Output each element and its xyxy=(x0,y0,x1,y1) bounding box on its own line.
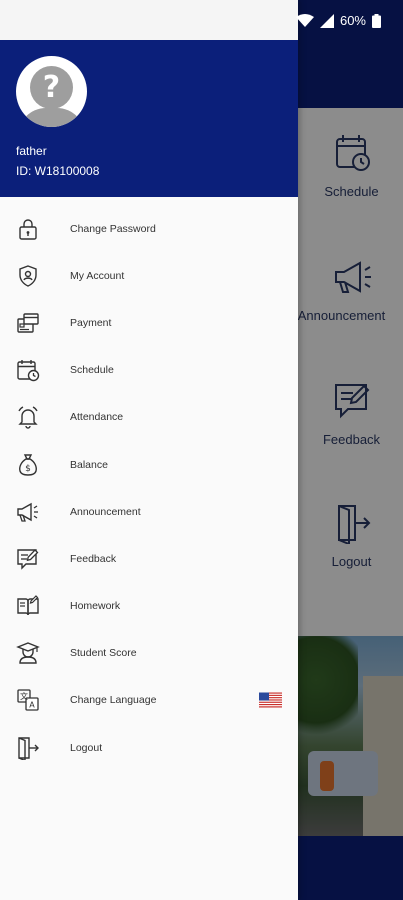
menu-item-label: Student Score xyxy=(70,647,137,660)
homework-book-icon xyxy=(16,594,40,618)
menu-item-homework[interactable]: Homework xyxy=(0,583,298,630)
menu-item-balance[interactable]: $ Balance xyxy=(0,441,298,488)
menu-item-label: Logout xyxy=(70,741,103,754)
account-shield-icon xyxy=(16,264,40,288)
battery-icon xyxy=(372,13,381,28)
battery-percent: 60% xyxy=(339,13,366,28)
translate-icon: 文A xyxy=(16,688,40,712)
menu-item-label: Payment xyxy=(70,316,112,329)
user-name: father xyxy=(16,144,47,158)
drawer-header: ? father ID: W18100008 xyxy=(0,40,298,197)
menu-item-label: Change Language xyxy=(70,694,157,707)
navigation-drawer: ? father ID: W18100008 Change Password M… xyxy=(0,0,298,900)
svg-text:A: A xyxy=(29,701,35,710)
wifi-icon xyxy=(295,13,314,27)
status-bar: 60% xyxy=(0,0,403,40)
svg-text:文: 文 xyxy=(20,691,28,701)
menu-item-label: Balance xyxy=(70,458,108,471)
megaphone-icon xyxy=(16,500,40,524)
menu-item-attendance[interactable]: Attendance xyxy=(0,394,298,441)
graduate-icon xyxy=(16,641,40,665)
lock-icon xyxy=(16,217,40,241)
svg-text:$: $ xyxy=(25,464,31,474)
menu-item-label: Change Password xyxy=(70,222,156,235)
money-bag-icon: $ xyxy=(16,453,40,477)
logout-icon xyxy=(16,736,40,760)
bell-icon xyxy=(16,405,40,430)
signal-icon xyxy=(319,13,334,28)
menu-item-label: Announcement xyxy=(70,505,141,518)
question-avatar-icon: ? xyxy=(16,56,87,127)
menu-item-change-language[interactable]: 文A Change Language xyxy=(0,677,298,724)
menu-item-logout[interactable]: Logout xyxy=(0,724,298,771)
drawer-menu: Change Password My Account Payment Sched… xyxy=(0,205,298,771)
payment-icon xyxy=(16,311,40,335)
menu-item-payment[interactable]: Payment xyxy=(0,299,298,346)
menu-item-my-account[interactable]: My Account xyxy=(0,252,298,299)
menu-item-announcement[interactable]: Announcement xyxy=(0,488,298,535)
us-flag-icon[interactable] xyxy=(259,692,282,708)
menu-item-label: Schedule xyxy=(70,364,114,377)
menu-item-label: Homework xyxy=(70,600,121,613)
menu-item-label: Feedback xyxy=(70,552,117,565)
menu-item-label: My Account xyxy=(70,269,125,282)
feedback-icon xyxy=(16,547,40,571)
menu-item-schedule[interactable]: Schedule xyxy=(0,347,298,394)
user-id: ID: W18100008 xyxy=(16,164,100,178)
menu-item-change-password[interactable]: Change Password xyxy=(0,205,298,252)
calendar-clock-icon xyxy=(16,358,40,382)
menu-item-student-score[interactable]: Student Score xyxy=(0,630,298,677)
menu-item-feedback[interactable]: Feedback xyxy=(0,535,298,582)
menu-item-label: Attendance xyxy=(70,411,124,424)
